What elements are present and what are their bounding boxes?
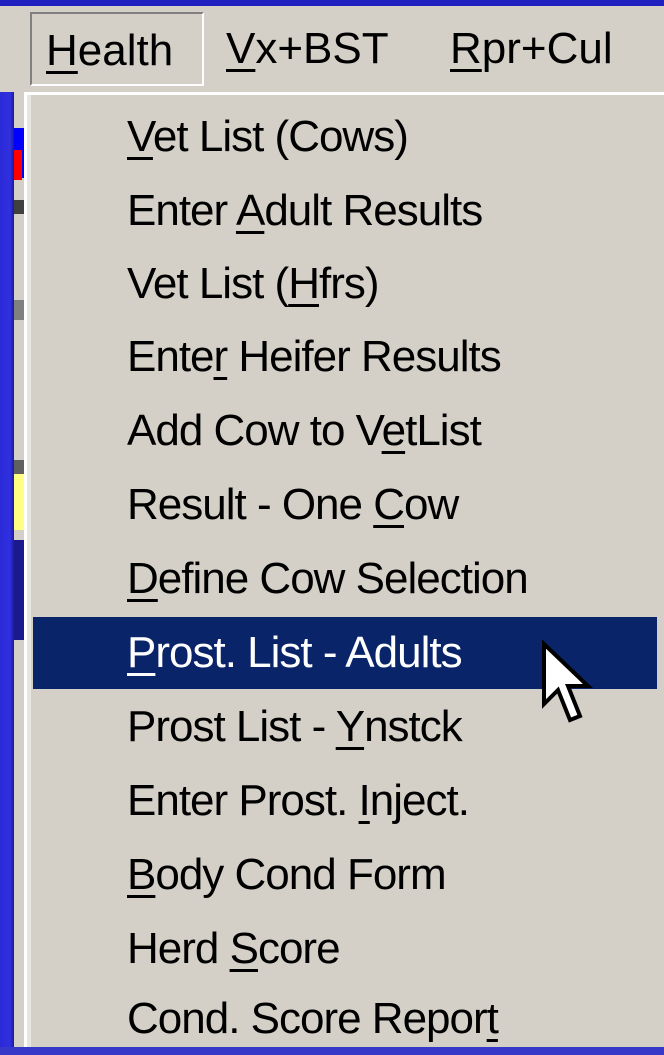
menu-item-text: et List (Cows)	[152, 112, 409, 161]
menu-accelerator-key: Y	[335, 702, 365, 751]
menu-accelerator-key: B	[127, 850, 156, 899]
menu-item-text: Herd	[127, 924, 230, 973]
menu-item-text: Cond. Score Repor	[127, 994, 488, 1043]
menu-accelerator-key: C	[373, 480, 405, 529]
menu-item-enter-prost-inject[interactable]: Enter Prost. Inject.	[33, 765, 657, 837]
menu-accelerator-key: V	[127, 112, 154, 161]
menu-title-text: x+BST	[255, 24, 389, 73]
menu-item-define-cow-selection[interactable]: Define Cow Selection	[33, 543, 657, 615]
menu-item-add-cow-to-vetlist[interactable]: Add Cow to VetList	[33, 395, 657, 467]
menu-item-vet-list-hfrs[interactable]: Vet List (Hfrs)	[33, 248, 657, 320]
menu-accelerator-key: P	[127, 628, 156, 677]
menu-item-text: Enter	[127, 186, 236, 235]
menu-item-result-one-cow[interactable]: Result - One Cow	[33, 469, 657, 541]
menu-item-text: ody Cond Form	[155, 850, 446, 899]
menu-rpr-cul[interactable]: Rpr+Cul	[450, 12, 613, 86]
menu-item-text: nstck	[364, 702, 463, 751]
health-dropdown-menu: Vet List (Cows) Enter Adult Results Vet …	[24, 92, 664, 1047]
menu-accelerator-key: I	[358, 776, 371, 825]
menu-item-text: Heifer Results	[227, 332, 501, 381]
menu-item-text: frs)	[318, 259, 380, 308]
menu-item-text: tList	[405, 406, 482, 455]
menu-bar: Health Vx+BST Rpr+Cul	[0, 0, 664, 92]
menu-item-enter-adult-results[interactable]: Enter Adult Results	[33, 175, 657, 247]
arrow-pointer-icon	[542, 640, 593, 723]
menu-accelerator-key: e	[381, 406, 407, 455]
background-window-strip	[14, 150, 22, 180]
menu-accelerator-key: D	[127, 554, 159, 603]
menu-title-text: pr+Cul	[481, 24, 613, 73]
menu-accelerator-key: H	[288, 259, 320, 308]
menu-title-text: ealth	[77, 26, 174, 75]
menu-item-text: Enter Prost.	[127, 776, 359, 825]
title-bar-edge	[0, 0, 664, 6]
menu-accelerator-key: R	[450, 24, 482, 73]
menu-accelerator-key: V	[226, 24, 256, 73]
menu-item-cond-score-report[interactable]: Cond. Score Report	[33, 983, 657, 1055]
menu-health[interactable]: Health	[30, 12, 204, 86]
menu-item-text: core	[257, 924, 341, 973]
menu-item-text: Prost List -	[127, 702, 336, 751]
menu-accelerator-key: r	[213, 332, 229, 381]
menu-item-text: ow	[404, 480, 459, 529]
menu-vx-bst[interactable]: Vx+BST	[226, 12, 389, 86]
menu-item-text: Result - One	[127, 480, 374, 529]
menu-item-text: nject.	[369, 776, 470, 825]
menu-item-text: Ente	[127, 332, 215, 381]
menu-item-vet-list-cows[interactable]: Vet List (Cows)	[33, 101, 657, 173]
menu-item-herd-score[interactable]: Herd Score	[33, 913, 657, 985]
menu-accelerator-key: H	[46, 26, 78, 75]
menu-item-text: Add Cow to V	[127, 406, 383, 455]
menu-accelerator-key: S	[229, 924, 259, 973]
menu-item-text: efine Cow Selection	[157, 554, 529, 603]
menu-item-text: rost. List - Adults	[155, 628, 462, 677]
menu-item-text: Vet List (	[127, 259, 289, 308]
menu-item-text: dult Results	[264, 186, 483, 235]
menu-accelerator-key: A	[235, 186, 265, 235]
menu-item-body-cond-form[interactable]: Body Cond Form	[33, 839, 657, 911]
menu-border	[27, 95, 31, 1047]
menu-accelerator-key: t	[486, 994, 499, 1043]
menu-item-enter-heifer-results[interactable]: Enter Heifer Results	[33, 321, 657, 393]
